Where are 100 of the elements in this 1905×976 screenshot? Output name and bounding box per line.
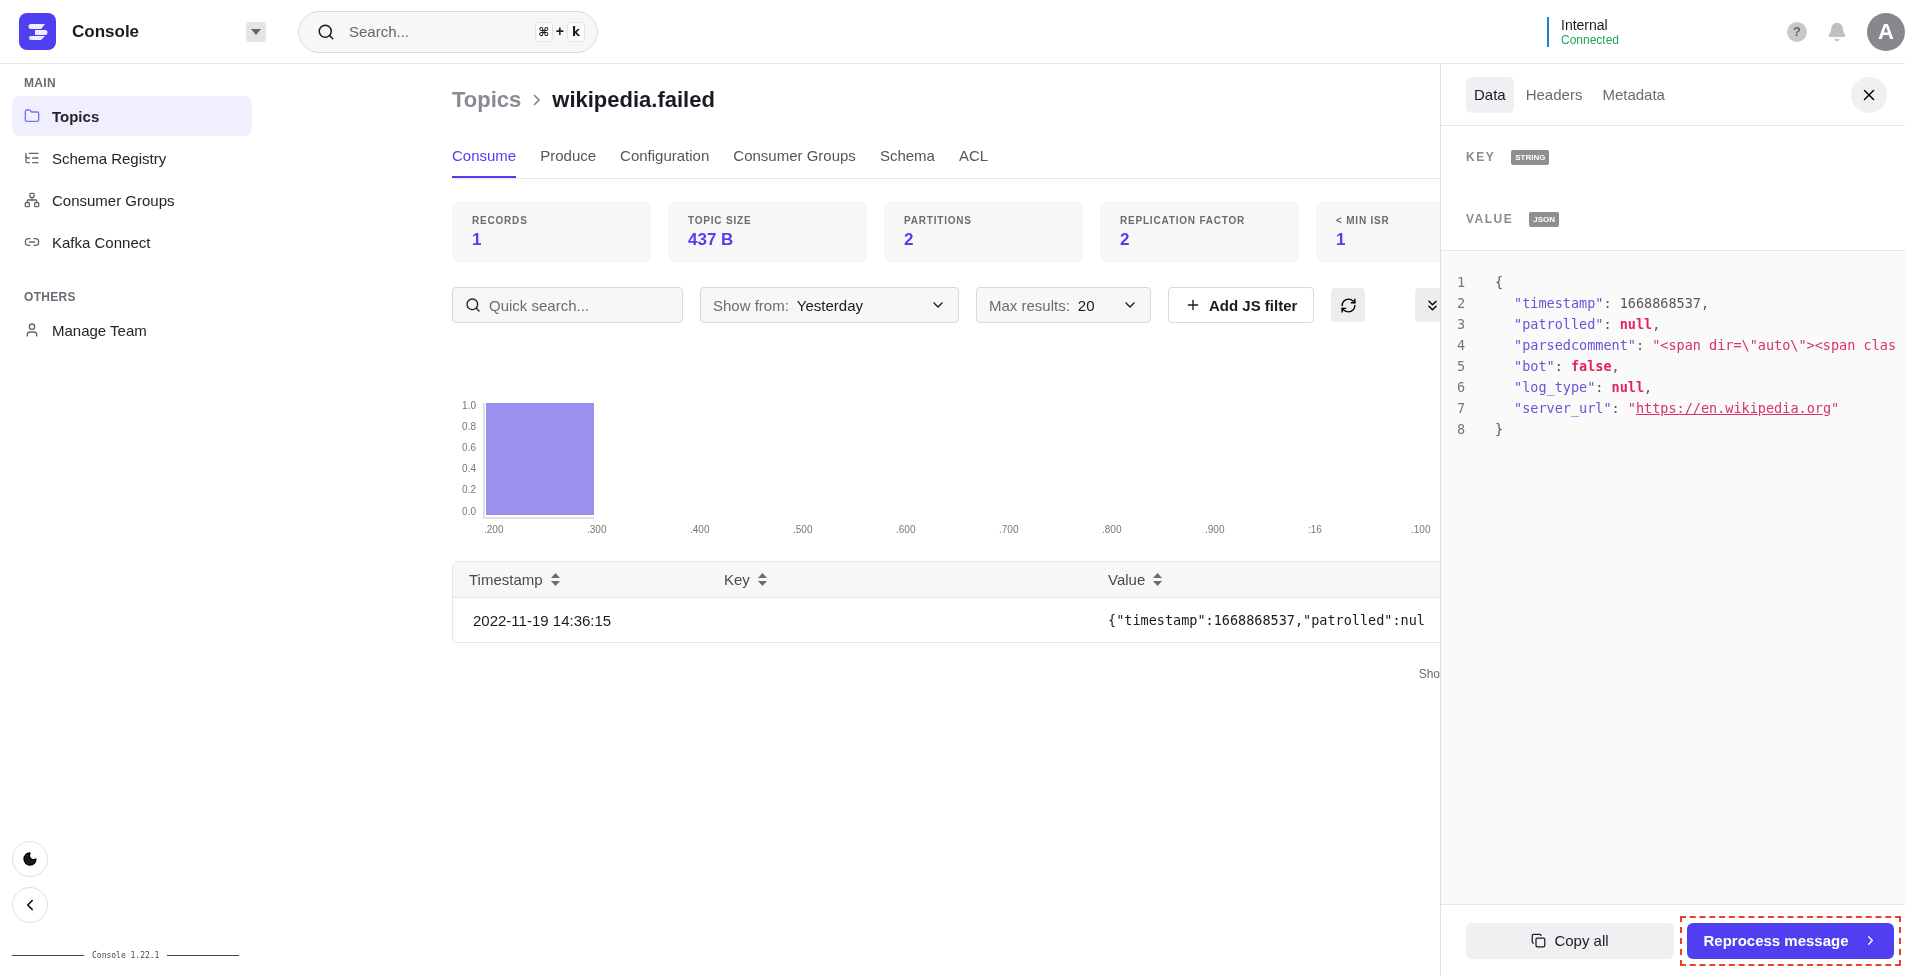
version-label: Console 1.22.1 xyxy=(92,951,160,960)
refresh-icon xyxy=(1339,296,1357,314)
tab[interactable]: Produce xyxy=(540,143,597,178)
reprocess-button[interactable]: Reprocess message xyxy=(1687,922,1894,959)
sidebar-item[interactable]: Manage Team xyxy=(12,310,252,350)
tick-label: 0.6 xyxy=(462,441,476,453)
search-icon xyxy=(465,297,481,313)
panel-tab[interactable]: Data xyxy=(1466,76,1514,113)
tab[interactable]: Schema xyxy=(879,143,935,178)
sidebar-item[interactable]: Topics xyxy=(12,96,252,136)
stat-label: REPLICATION FACTOR xyxy=(1120,215,1247,226)
section-title: OTHERS xyxy=(23,290,77,304)
tick-label: .600 xyxy=(896,524,916,535)
line-number: 3 xyxy=(1456,315,1467,332)
copy-all-button[interactable]: Copy all xyxy=(1466,922,1674,959)
shortcut-key: ⌘ xyxy=(534,21,553,42)
plus-sign: + xyxy=(555,22,564,39)
caret-icon xyxy=(251,28,261,35)
sidebar-item[interactable]: Consumer Groups xyxy=(12,180,252,220)
app-name: Console xyxy=(72,21,141,42)
value-label: VALUE xyxy=(1466,212,1514,226)
code-line: "timestamp": 1668868537, xyxy=(1513,294,1710,311)
code-line: "server_url": "https://en.wikipedia.org" xyxy=(1513,399,1840,416)
tick-label: 0.2 xyxy=(462,484,476,496)
line-number: 5 xyxy=(1456,357,1467,374)
copy-icon xyxy=(1531,933,1547,948)
add-filter-button[interactable]: Add JS filter xyxy=(1168,287,1315,323)
tab[interactable]: Configuration xyxy=(620,143,710,178)
stat-label: RECORDS xyxy=(472,215,529,226)
panel-tab[interactable]: Metadata xyxy=(1594,76,1673,113)
section-title: MAIN xyxy=(23,76,57,90)
cluster-name: Internal xyxy=(1561,16,1609,33)
moon-icon xyxy=(22,851,38,867)
shortcut-key: k xyxy=(567,21,585,42)
help-button[interactable]: ? xyxy=(1787,21,1807,42)
sort-icon[interactable] xyxy=(1153,573,1163,586)
stat-value: 1 xyxy=(472,230,483,250)
page-title: wikipedia.failed xyxy=(552,87,715,113)
search-icon xyxy=(317,22,335,41)
code-line: "patrolled": null, xyxy=(1513,315,1661,332)
column-header[interactable]: Timestamp xyxy=(453,571,708,588)
line-number: 1 xyxy=(1456,273,1467,290)
tick-label: .800 xyxy=(1102,524,1122,535)
tick-label: 0.4 xyxy=(462,463,476,475)
user-avatar[interactable]: A xyxy=(1867,12,1905,51)
code-line: "bot": false, xyxy=(1513,357,1620,374)
sidebar-item[interactable]: Schema Registry xyxy=(12,138,252,178)
line-number: 4 xyxy=(1456,336,1467,353)
logo-icon xyxy=(19,13,56,50)
sort-icon[interactable] xyxy=(757,573,767,586)
code-line: "log_type": null, xyxy=(1513,378,1653,395)
key-label: KEY xyxy=(1466,150,1496,164)
show-from-select[interactable]: Show from: Yesterday xyxy=(700,287,959,323)
sort-icon[interactable] xyxy=(550,573,560,586)
type-tag: STRING xyxy=(1511,149,1550,165)
tick-label: .700 xyxy=(999,524,1019,535)
tick-label: .500 xyxy=(793,524,813,535)
column-header[interactable]: Key xyxy=(708,571,1092,588)
line-number: 8 xyxy=(1456,420,1467,437)
user-icon xyxy=(24,322,40,338)
tab[interactable]: Consume xyxy=(452,143,517,178)
refresh-button[interactable] xyxy=(1331,288,1366,322)
code-line: { xyxy=(1495,273,1504,290)
line-number: 7 xyxy=(1456,399,1467,416)
code-line: } xyxy=(1495,420,1504,437)
tick-label: 1.0 xyxy=(462,399,476,411)
line-number: 6 xyxy=(1456,378,1467,395)
pagination-info: Sho xyxy=(1418,667,1440,681)
column-header[interactable]: Value xyxy=(1092,571,1440,588)
tick-label: .200 xyxy=(484,524,504,535)
tick-label: 0.0 xyxy=(462,505,476,517)
panel-tab[interactable]: Headers xyxy=(1517,76,1591,113)
tick-label: .300 xyxy=(587,524,607,535)
stat-label: TOPIC SIZE xyxy=(688,215,753,226)
tab[interactable]: ACL xyxy=(958,143,989,178)
hierarchy-icon xyxy=(24,192,40,208)
connection-status: Connected xyxy=(1561,32,1621,47)
line-number: 2 xyxy=(1456,294,1467,311)
stat-value: 1 xyxy=(1336,230,1347,250)
expand-button[interactable] xyxy=(1415,288,1440,322)
dropdown-button[interactable] xyxy=(246,21,266,42)
tick-label: :16 xyxy=(1308,524,1322,535)
close-button[interactable] xyxy=(1851,76,1887,113)
list-tree-icon xyxy=(24,150,40,166)
stat-value: 437 B xyxy=(688,230,735,250)
tick-label: .900 xyxy=(1205,524,1225,535)
type-tag: JSON xyxy=(1529,211,1560,227)
table-cell-text: 2022-11-19 14:36:15 xyxy=(472,611,613,629)
tab[interactable]: Consumer Groups xyxy=(733,143,856,178)
dark-mode-button[interactable] xyxy=(12,841,48,877)
plus-icon xyxy=(1185,297,1201,313)
quick-search-field[interactable]: Quick search... xyxy=(452,287,683,323)
tick-label: .100 xyxy=(1411,524,1431,535)
stat-value: 2 xyxy=(904,230,915,250)
sidebar-item[interactable]: Kafka Connect xyxy=(12,222,252,262)
stat-label: < MIN ISR xyxy=(1336,215,1391,226)
max-results-select[interactable]: Max results: 20 xyxy=(976,287,1151,323)
folder-icon xyxy=(24,108,40,124)
table-cell-text: {"timestamp":1668868537,"patrolled":nul xyxy=(1107,612,1426,628)
search-field[interactable]: Search... ⌘ + k xyxy=(298,10,598,53)
